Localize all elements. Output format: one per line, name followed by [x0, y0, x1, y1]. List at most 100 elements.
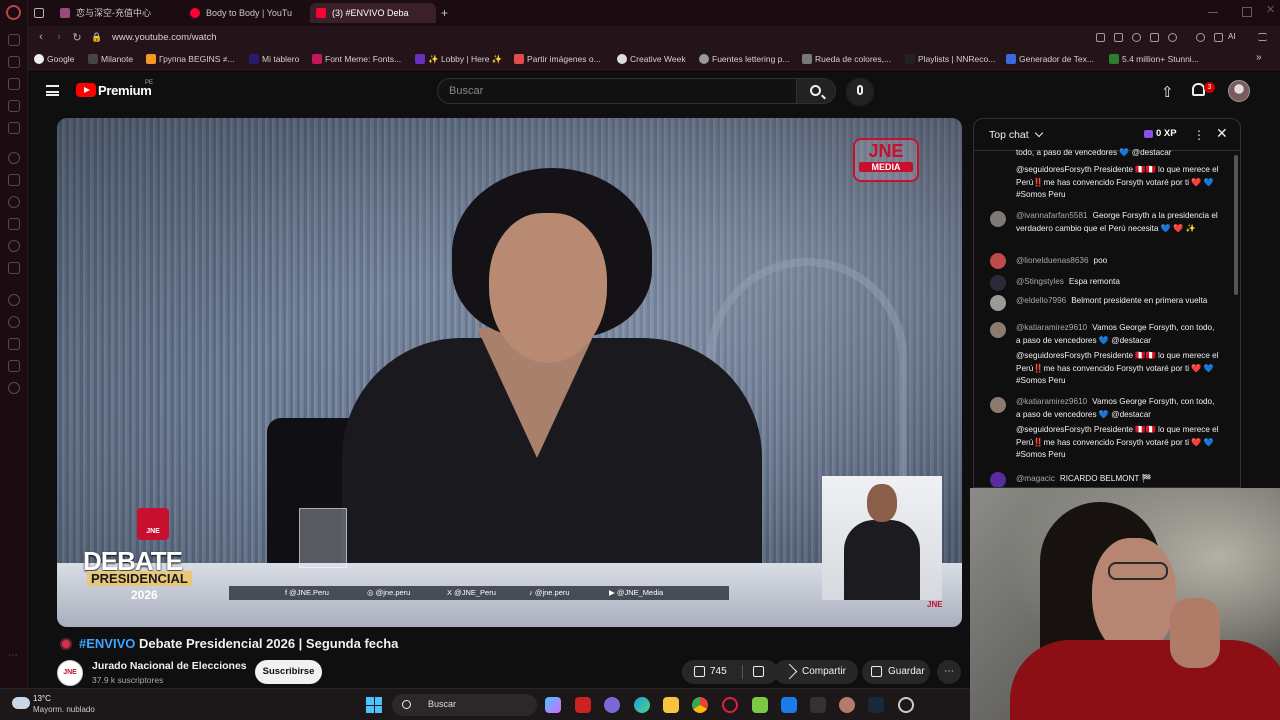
chat-avatar[interactable] [990, 211, 1006, 227]
weather-temperature[interactable]: 13°C [33, 694, 51, 703]
bookmark-google[interactable]: Google [34, 54, 74, 64]
workspace-icon[interactable] [8, 34, 20, 46]
downloads-icon[interactable] [8, 338, 20, 350]
x-icon[interactable] [8, 262, 20, 274]
bookmark-playlists[interactable]: Playlists | NNReco... [905, 54, 995, 64]
back-icon[interactable]: ‹ [34, 31, 48, 43]
voice-search-button[interactable] [846, 78, 874, 106]
channel-name[interactable]: Jurado Nacional de Elecciones [92, 660, 247, 672]
bookmark-begins[interactable]: Группа BEGINS ≠... [146, 54, 235, 64]
settings-icon[interactable] [8, 382, 20, 394]
new-tab-button[interactable]: + [438, 3, 454, 23]
bookmark-font-meme[interactable]: Font Meme: Fonts... [312, 54, 401, 64]
telegram-icon[interactable] [8, 196, 20, 208]
search-button[interactable] [796, 78, 836, 104]
notifications-icon[interactable] [1192, 83, 1205, 96]
app-icon[interactable] [898, 697, 914, 713]
whatsapp-icon[interactable] [8, 152, 20, 164]
copilot-icon[interactable] [545, 697, 561, 713]
download-icon[interactable] [1214, 33, 1223, 42]
channel-avatar[interactable]: JNE [57, 660, 83, 686]
steam-icon[interactable] [868, 697, 884, 713]
bookmarks-icon[interactable] [8, 78, 20, 90]
aria-ai-button[interactable]: AI [1228, 32, 1248, 41]
video-player[interactable]: JNE MEDIA JNE DEBATE PRESIDENCIAL 2026 f… [57, 118, 962, 627]
messenger-icon[interactable] [8, 122, 20, 134]
chat-avatar[interactable] [990, 295, 1006, 311]
ai-icon[interactable] [8, 100, 20, 112]
tab-body-to-body[interactable]: Body to Body | YouTu [184, 3, 302, 23]
bookmarks-overflow-icon[interactable]: » [1256, 52, 1262, 63]
subscribe-button[interactable]: Suscribirse [255, 660, 322, 684]
music-icon[interactable] [8, 294, 20, 306]
menu-icon[interactable] [1258, 33, 1267, 41]
edge-icon[interactable] [634, 697, 650, 713]
profile-icon[interactable] [1196, 33, 1205, 42]
account-avatar[interactable] [1228, 80, 1250, 102]
chat-scrollbar[interactable] [1234, 155, 1238, 295]
search-input[interactable]: Buscar [437, 78, 797, 104]
chrome-icon[interactable] [692, 697, 708, 713]
upload-icon[interactable]: ⇧ [1161, 83, 1174, 101]
youtube-brand[interactable]: Premium [98, 83, 152, 98]
file-explorer-icon[interactable] [663, 697, 679, 713]
tab-list-icon[interactable] [30, 3, 50, 23]
forward-icon[interactable]: › [52, 31, 66, 43]
close-chat-icon[interactable]: ✕ [1216, 125, 1228, 142]
url-field[interactable]: www.youtube.com/watch [112, 32, 217, 43]
youtube-logo-icon[interactable] [76, 83, 96, 97]
more-actions-button[interactable]: ⋯ [937, 660, 961, 684]
opera-logo-icon[interactable] [6, 5, 21, 20]
hashtag-link[interactable]: #ENVIVO [79, 636, 135, 651]
start-button-icon[interactable] [366, 697, 382, 713]
instagram-icon[interactable] [8, 174, 20, 186]
chat-avatar[interactable] [990, 275, 1006, 291]
tab-recharge[interactable]: 恋与深空-充值中心 [54, 3, 182, 23]
maximize-icon[interactable] [1242, 7, 1252, 17]
xp-counter[interactable]: 0 XP [1144, 128, 1177, 139]
app-icon[interactable] [575, 697, 591, 713]
guide-menu-icon[interactable] [46, 85, 59, 96]
heart-icon[interactable] [1168, 33, 1177, 42]
like-icon[interactable] [694, 666, 705, 677]
discord-icon[interactable] [8, 218, 20, 230]
capcut-icon[interactable] [810, 697, 826, 713]
bookmark-fuentes-lettering[interactable]: Fuentes lettering p... [699, 54, 790, 64]
tab-envivo-active[interactable]: (3) #ENVIVO Deba [310, 3, 436, 23]
bookmark-generador-texto[interactable]: Generador de Tex... [1006, 54, 1094, 64]
window-close-icon[interactable]: ✕ [1266, 3, 1276, 16]
app-icon[interactable] [752, 697, 768, 713]
extensions-icon[interactable] [8, 360, 20, 372]
chat-avatar[interactable] [990, 472, 1006, 487]
opera-icon[interactable] [722, 697, 738, 713]
history-icon[interactable] [8, 316, 20, 328]
weather-cloud-icon[interactable] [12, 697, 30, 709]
player-icon[interactable] [1150, 33, 1159, 42]
snapshot-icon[interactable] [1114, 33, 1123, 42]
bookmark-stunning[interactable]: 5.4 million+ Stunni... [1109, 54, 1199, 64]
app-icon[interactable] [839, 697, 855, 713]
app-icon[interactable] [604, 697, 620, 713]
chat-mode-selector[interactable]: Top chat [989, 129, 1029, 141]
chat-avatar[interactable] [990, 397, 1006, 413]
minimize-icon[interactable] [1208, 7, 1218, 13]
more-icon[interactable]: ⋯ [8, 650, 20, 662]
chat-avatar[interactable] [990, 322, 1006, 338]
share-button[interactable]: Compartir [774, 660, 858, 684]
bookmark-lobby[interactable]: ✨ Lobby | Here ✨ [415, 54, 502, 65]
bookmark-partir-imagenes[interactable]: Partir imágenes o... [514, 54, 601, 64]
bookmark-rueda-colores[interactable]: Rueda de colores,... [802, 54, 891, 64]
app-icon[interactable] [781, 697, 797, 713]
dislike-icon[interactable] [753, 666, 764, 677]
tiktok-icon[interactable] [8, 240, 20, 252]
bookmark-milanote[interactable]: Milanote [88, 54, 133, 64]
chat-avatar[interactable] [990, 253, 1006, 269]
weather-description[interactable]: Mayorm. nublado [33, 705, 95, 714]
bookmark-page-icon[interactable] [1096, 33, 1105, 42]
chat-menu-icon[interactable]: ⋮ [1193, 128, 1205, 142]
chevron-down-icon[interactable] [1034, 128, 1044, 138]
save-button[interactable]: Guardar [862, 660, 930, 684]
vpn-icon[interactable] [1132, 33, 1141, 42]
taskbar-search[interactable]: Buscar [392, 694, 537, 716]
bookmark-creative-week[interactable]: Creative Week [617, 54, 686, 64]
